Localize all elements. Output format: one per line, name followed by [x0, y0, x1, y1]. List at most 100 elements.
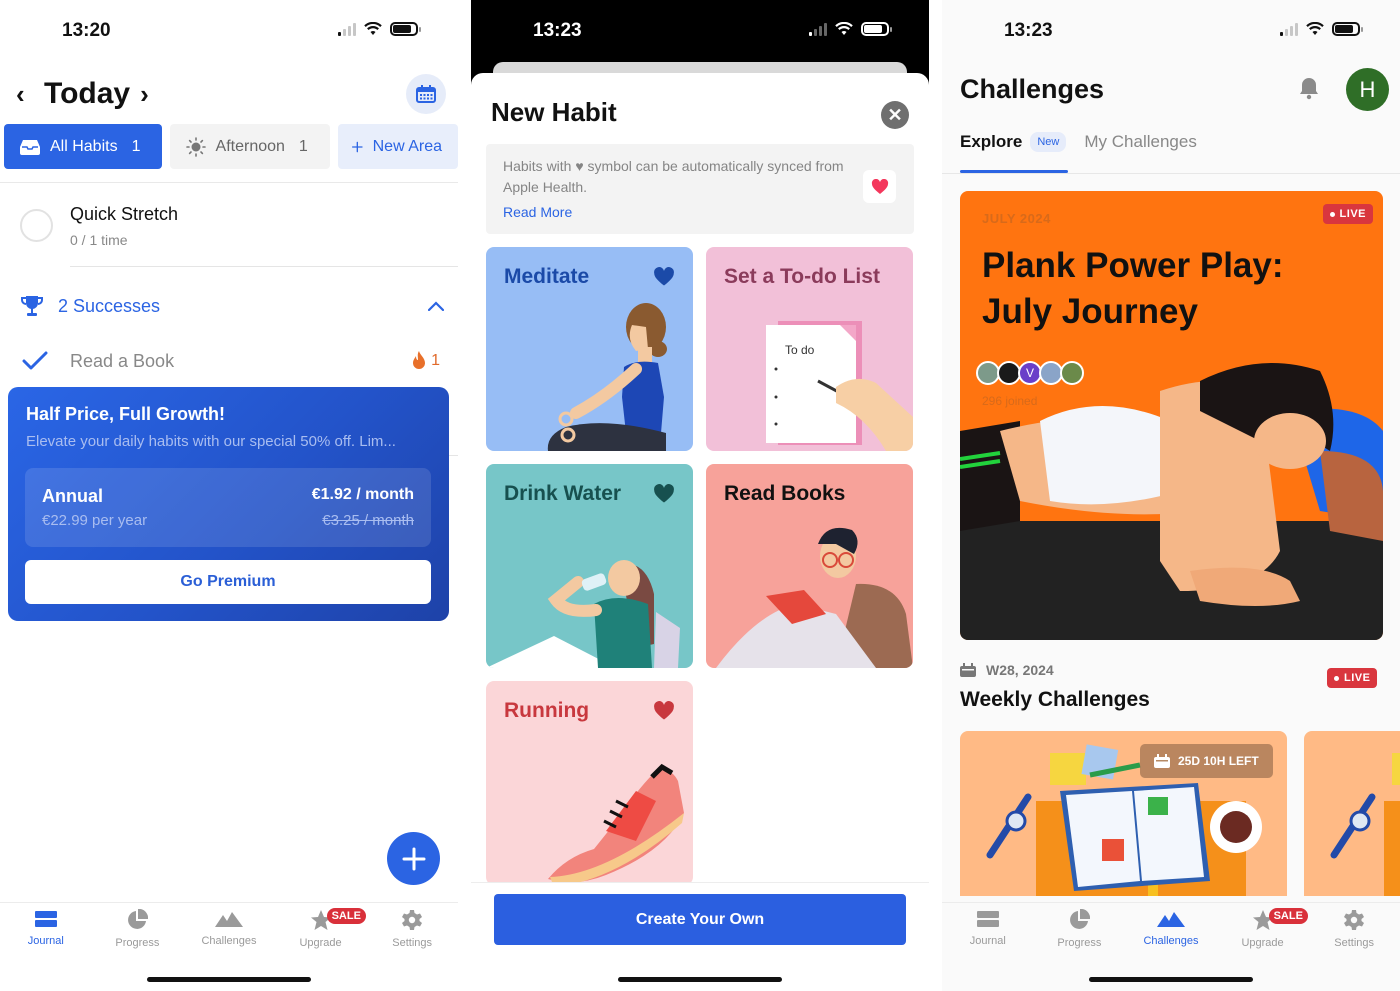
bell-icon[interactable]	[1298, 76, 1320, 100]
participant-avatars: V	[976, 361, 1084, 385]
sale-badge: SALE	[1268, 908, 1308, 924]
calendar-icon	[416, 85, 436, 103]
checkmark-icon	[22, 351, 48, 370]
status-bar: 13:23	[471, 0, 929, 62]
close-button[interactable]: ✕	[881, 101, 909, 129]
area-tab-count: 1	[131, 137, 141, 155]
sun-icon	[185, 136, 206, 157]
chevron-left-icon[interactable]: ‹	[16, 79, 38, 110]
habit-card-meditate[interactable]: Meditate	[486, 247, 693, 451]
pie-chart-icon	[1070, 909, 1091, 929]
weekly-date: W28, 2024	[960, 662, 1054, 678]
area-tab-afternoon[interactable]: Afternoon 1	[169, 124, 330, 169]
habit-card-title: Running	[504, 699, 590, 722]
home-indicator	[147, 977, 311, 982]
tab-settings[interactable]: Settings	[372, 909, 452, 949]
live-badge: LIVE	[1327, 668, 1378, 688]
todo-note-text: To do	[785, 343, 815, 357]
tab-label: Challenges	[1143, 935, 1199, 947]
health-heart-icon	[654, 267, 674, 286]
tab-explore[interactable]: Explore	[960, 132, 1022, 152]
calendar-button[interactable]	[406, 74, 446, 114]
sale-badge: SALE	[326, 908, 366, 924]
plan-month-price: €1.92 / month	[311, 486, 414, 503]
habit-card-drink-water[interactable]: Drink Water	[486, 464, 693, 668]
divider	[0, 182, 458, 183]
read-more-link[interactable]: Read More	[503, 204, 572, 220]
plus-icon	[402, 847, 425, 870]
tab-label: Progress	[115, 937, 160, 949]
successes-toggle[interactable]: 2 Successes	[20, 290, 444, 322]
new-area-button[interactable]: New Area	[338, 124, 458, 169]
tab-challenges[interactable]: Challenges	[1131, 909, 1211, 949]
page-title: Challenges	[960, 74, 1105, 104]
promo-title: Half Price, Full Growth!	[26, 404, 226, 424]
journal-icon	[34, 911, 57, 927]
sheet-title: New Habit	[491, 97, 617, 127]
plan-old-price: €3.25 / month	[322, 512, 414, 529]
health-heart-icon	[654, 701, 674, 720]
page-title: Today	[44, 77, 131, 110]
time-left-text: 25D 10H LEFT	[1178, 754, 1259, 768]
habit-name: Quick Stretch	[70, 204, 179, 224]
battery-icon	[1332, 22, 1363, 36]
tab-journal[interactable]: Journal	[6, 909, 86, 949]
add-habit-button[interactable]	[387, 832, 440, 885]
habit-row[interactable]: Quick Stretch 0 / 1 time	[20, 198, 458, 267]
weekly-challenge-card[interactable]: 25D 10H LEFT	[960, 731, 1287, 896]
tab-bar: Journal Progress Challenges SALE Upgrade…	[942, 902, 1400, 991]
status-time: 13:23	[1004, 20, 1053, 41]
weekly-challenge-card[interactable]	[1304, 731, 1400, 896]
wifi-icon	[364, 22, 382, 35]
area-tab-all-habits[interactable]: All Habits 1	[4, 124, 162, 169]
divider	[449, 455, 458, 456]
area-tab-label: Afternoon	[215, 137, 285, 155]
weekly-title: Weekly Challenges	[960, 688, 1150, 711]
tab-settings[interactable]: Settings	[1314, 909, 1394, 949]
wifi-icon	[835, 22, 853, 35]
habit-card-running[interactable]: Running	[486, 681, 693, 885]
challenge-title: Plank Power Play: July Journey	[982, 246, 1284, 331]
tab-journal[interactable]: Journal	[948, 909, 1028, 949]
weekly-date-text: W28, 2024	[986, 662, 1054, 678]
chevron-up-icon	[428, 301, 444, 311]
joined-count: 296 joined	[982, 394, 1038, 408]
premium-promo-card: Half Price, Full Growth! Elevate your da…	[8, 387, 449, 621]
status-time: 13:23	[533, 20, 582, 41]
divider	[942, 173, 1400, 174]
habit-progress: 0 / 1 time	[70, 232, 128, 248]
home-indicator	[1089, 977, 1253, 982]
featured-challenge-card[interactable]: JULY 2024 Plank Power Play: July Journey…	[960, 191, 1383, 640]
reading-desk-illustration	[1330, 753, 1400, 896]
streak-badge: 1	[411, 351, 440, 371]
challenge-month: JULY 2024	[982, 211, 1051, 226]
habit-card-title: Meditate	[504, 265, 590, 288]
create-your-own-button[interactable]: Create Your Own	[494, 894, 906, 945]
go-premium-button[interactable]: Go Premium	[25, 560, 431, 604]
chevron-right-icon[interactable]: ›	[140, 79, 162, 110]
habit-checkbox[interactable]	[20, 209, 53, 242]
tab-upgrade[interactable]: SALE Upgrade	[1223, 908, 1308, 949]
mountains-icon	[214, 912, 243, 927]
completed-habit-row[interactable]: Read a Book 1	[22, 346, 440, 376]
status-time: 13:20	[62, 20, 111, 41]
habit-card-title: Read Books	[724, 482, 846, 505]
apple-health-info: Habits with ♥ symbol can be automaticall…	[486, 144, 914, 234]
tab-my-challenges[interactable]: My Challenges	[1084, 132, 1196, 152]
battery-icon	[861, 22, 892, 36]
challenge-tabs: Explore New My Challenges	[960, 132, 1197, 152]
avatar[interactable]: H	[1346, 68, 1389, 111]
habit-card-todo[interactable]: Set a To-do List To do	[706, 247, 913, 451]
tab-label: Journal	[969, 935, 1006, 947]
area-tab-label: All Habits	[50, 137, 118, 155]
home-indicator	[618, 977, 782, 982]
tab-label: Upgrade	[1241, 937, 1284, 949]
habit-card-read-books[interactable]: Read Books	[706, 464, 913, 668]
tab-challenges[interactable]: Challenges	[189, 909, 269, 949]
gear-icon	[1344, 910, 1365, 930]
annual-plan-option[interactable]: Annual €22.99 per year €1.92 / month €3.…	[25, 468, 431, 547]
tab-progress[interactable]: Progress	[1039, 909, 1119, 949]
tab-progress[interactable]: Progress	[97, 909, 177, 949]
tab-label: Progress	[1057, 937, 1102, 949]
tab-upgrade[interactable]: SALE Upgrade	[281, 908, 366, 949]
